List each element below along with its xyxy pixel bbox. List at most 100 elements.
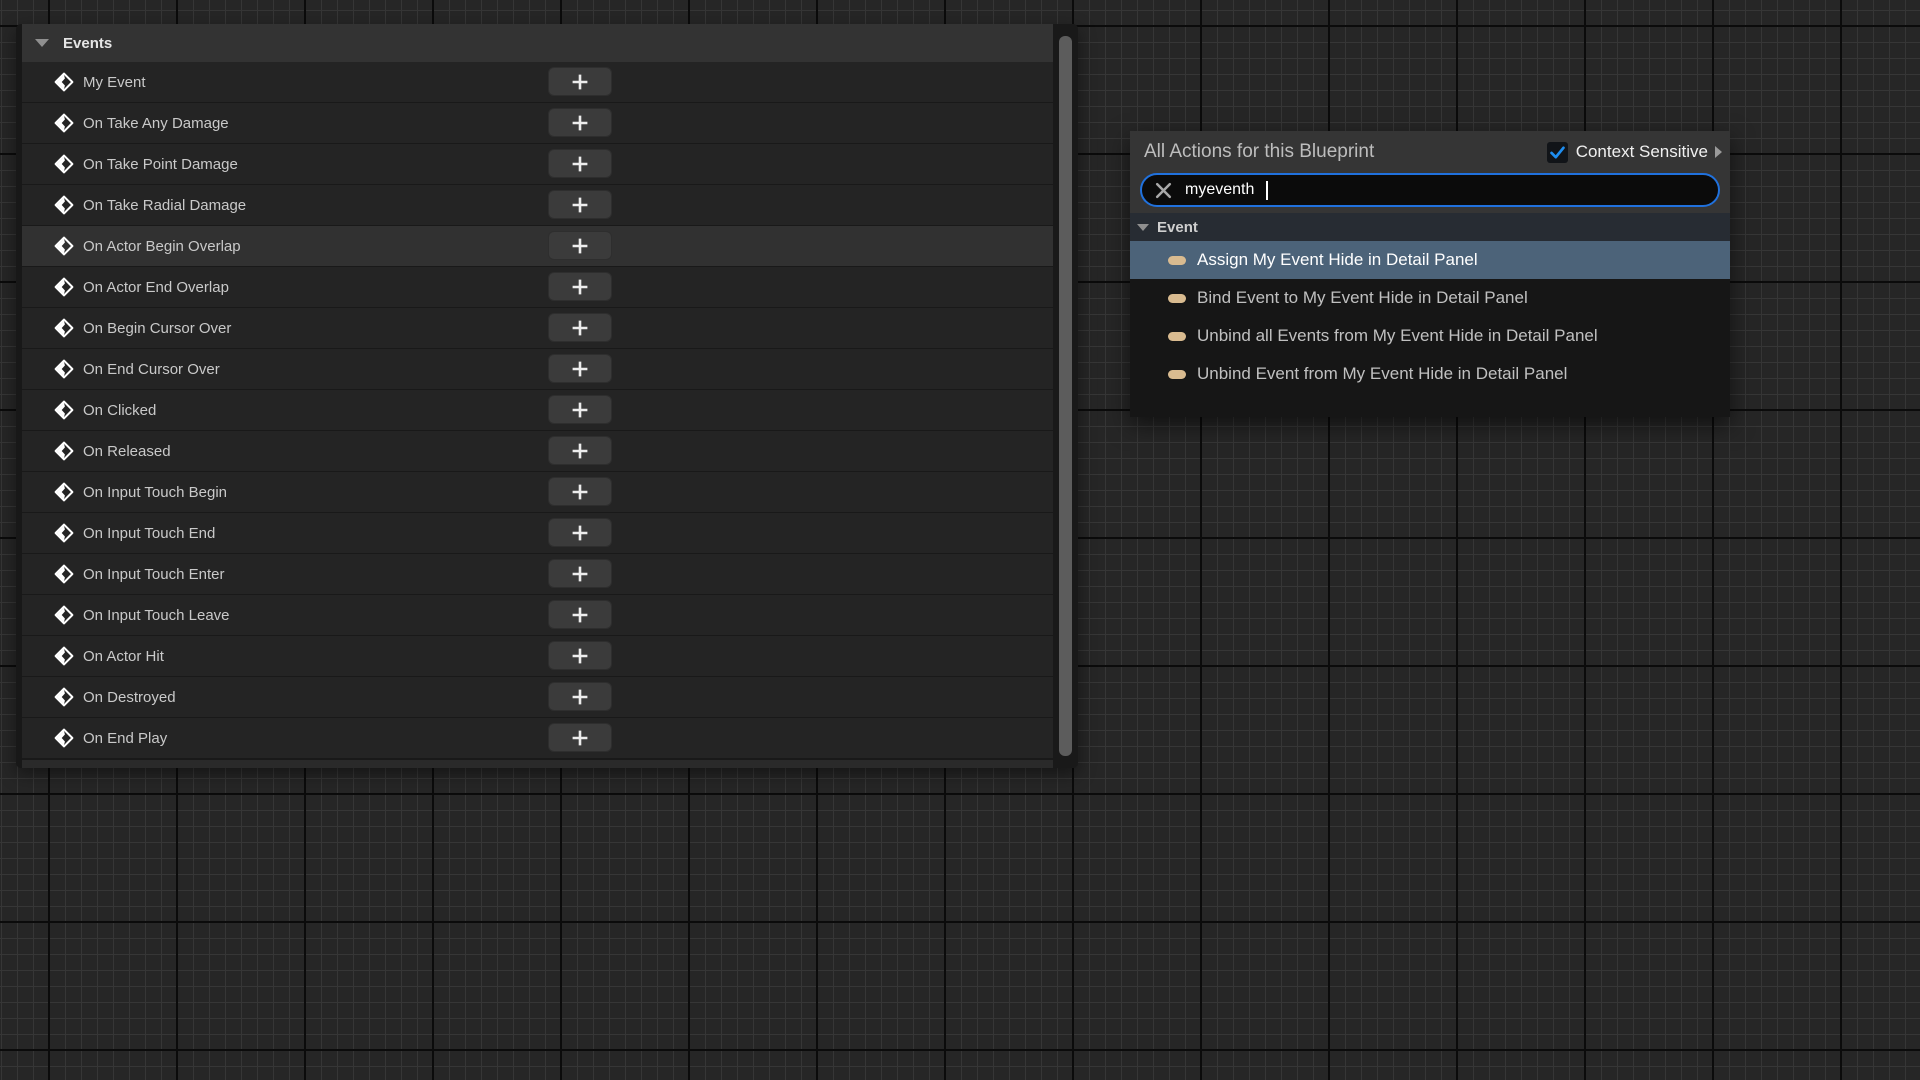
event-row[interactable]: On Actor Hit (22, 636, 1053, 677)
events-section-header[interactable]: Events (22, 24, 1053, 62)
plus-icon (570, 113, 590, 133)
plus-icon (570, 195, 590, 215)
add-event-button[interactable] (548, 272, 612, 301)
events-scrollbar-thumb[interactable] (1059, 36, 1072, 756)
action-item[interactable]: Unbind Event from My Event Hide in Detai… (1130, 355, 1730, 393)
event-row[interactable]: On Actor End Overlap (22, 267, 1053, 308)
checkmark-icon (1549, 144, 1566, 161)
event-icon (54, 482, 74, 502)
event-icon (54, 564, 74, 584)
event-icon (54, 72, 74, 92)
action-item[interactable]: Bind Event to My Event Hide in Detail Pa… (1130, 279, 1730, 317)
event-row-label: On Input Touch Leave (83, 607, 230, 624)
event-row-label: On Released (83, 443, 171, 460)
event-row[interactable]: On Actor Begin Overlap (22, 226, 1053, 267)
search-input-value: myeventh (1185, 181, 1254, 199)
event-row[interactable]: On Take Point Damage (22, 144, 1053, 185)
events-row-list: My Event On Take Any Damage On Take Poin… (22, 62, 1053, 759)
event-icon (54, 277, 74, 297)
category-expander-icon (1137, 224, 1149, 231)
add-event-button[interactable] (548, 723, 612, 752)
action-item-label: Unbind Event from My Event Hide in Detai… (1197, 364, 1567, 384)
event-row-label: On End Play (83, 730, 167, 747)
plus-icon (570, 482, 590, 502)
event-icon (54, 154, 74, 174)
actions-context-menu: All Actions for this Blueprint Context S… (1130, 131, 1730, 417)
event-icon (54, 687, 74, 707)
add-event-button[interactable] (548, 313, 612, 342)
plus-icon (570, 728, 590, 748)
add-event-button[interactable] (548, 67, 612, 96)
add-event-button[interactable] (548, 149, 612, 178)
add-event-button[interactable] (548, 641, 612, 670)
add-event-button[interactable] (548, 477, 612, 506)
event-icon (54, 318, 74, 338)
event-icon (54, 441, 74, 461)
actions-menu-header: All Actions for this Blueprint Context S… (1130, 131, 1730, 173)
event-row-label: On Take Any Damage (83, 115, 229, 132)
event-row[interactable]: On Destroyed (22, 677, 1053, 718)
add-event-button[interactable] (548, 190, 612, 219)
plus-icon (570, 277, 590, 297)
event-row[interactable]: On Clicked (22, 390, 1053, 431)
add-event-button[interactable] (548, 231, 612, 260)
add-event-button[interactable] (548, 518, 612, 547)
clear-search-icon[interactable] (1154, 181, 1173, 200)
events-panel: Events My Event On Take Any Damage (16, 24, 1078, 768)
action-item-label: Bind Event to My Event Hide in Detail Pa… (1197, 288, 1528, 308)
category-label: Event (1157, 219, 1198, 236)
event-icon (54, 605, 74, 625)
events-section-footer (22, 759, 1053, 768)
event-row[interactable]: On Take Any Damage (22, 103, 1053, 144)
event-icon (54, 113, 74, 133)
event-icon (54, 523, 74, 543)
event-row[interactable]: On Input Touch Leave (22, 595, 1053, 636)
event-icon (54, 400, 74, 420)
add-event-button[interactable] (548, 395, 612, 424)
plus-icon (570, 72, 590, 92)
add-event-button[interactable] (548, 354, 612, 383)
action-item[interactable]: Unbind all Events from My Event Hide in … (1130, 317, 1730, 355)
event-row[interactable]: My Event (22, 62, 1053, 103)
event-row[interactable]: On End Cursor Over (22, 349, 1053, 390)
event-row-label: On Input Touch Begin (83, 484, 227, 501)
plus-icon (570, 646, 590, 666)
add-event-button[interactable] (548, 682, 612, 711)
event-row-label: On Begin Cursor Over (83, 320, 231, 337)
event-row[interactable]: On Released (22, 431, 1053, 472)
event-row-label: On Destroyed (83, 689, 176, 706)
plus-icon (570, 400, 590, 420)
plus-icon (570, 359, 590, 379)
event-row-label: On Input Touch End (83, 525, 215, 542)
event-row-label: On Input Touch Enter (83, 566, 224, 583)
event-row-label: On Actor End Overlap (83, 279, 229, 296)
plus-icon (570, 441, 590, 461)
category-header-event[interactable]: Event (1130, 213, 1730, 241)
event-row[interactable]: On Begin Cursor Over (22, 308, 1053, 349)
plus-icon (570, 523, 590, 543)
action-item[interactable]: Assign My Event Hide in Detail Panel (1130, 241, 1730, 279)
context-sensitive-checkbox[interactable] (1547, 142, 1568, 163)
add-event-button[interactable] (548, 108, 612, 137)
context-sensitive-label: Context Sensitive (1576, 142, 1708, 162)
action-item-label: Unbind all Events from My Event Hide in … (1197, 326, 1598, 346)
event-row-label: On Actor Begin Overlap (83, 238, 241, 255)
event-row[interactable]: On Input Touch Enter (22, 554, 1053, 595)
plus-icon (570, 318, 590, 338)
event-row[interactable]: On End Play (22, 718, 1053, 759)
add-event-button[interactable] (548, 436, 612, 465)
event-icon (54, 359, 74, 379)
event-row[interactable]: On Input Touch End (22, 513, 1053, 554)
add-event-button[interactable] (548, 600, 612, 629)
event-row[interactable]: On Take Radial Damage (22, 185, 1053, 226)
plus-icon (570, 687, 590, 707)
add-event-button[interactable] (548, 559, 612, 588)
submenu-arrow-icon[interactable] (1715, 146, 1722, 158)
actions-search-row: myeventh (1130, 173, 1730, 213)
event-row[interactable]: On Input Touch Begin (22, 472, 1053, 513)
search-input[interactable]: myeventh (1140, 173, 1720, 207)
events-scrollbar-track[interactable] (1053, 24, 1078, 768)
delegate-icon (1168, 294, 1186, 303)
event-icon (54, 646, 74, 666)
actions-menu-title: All Actions for this Blueprint (1144, 141, 1547, 163)
